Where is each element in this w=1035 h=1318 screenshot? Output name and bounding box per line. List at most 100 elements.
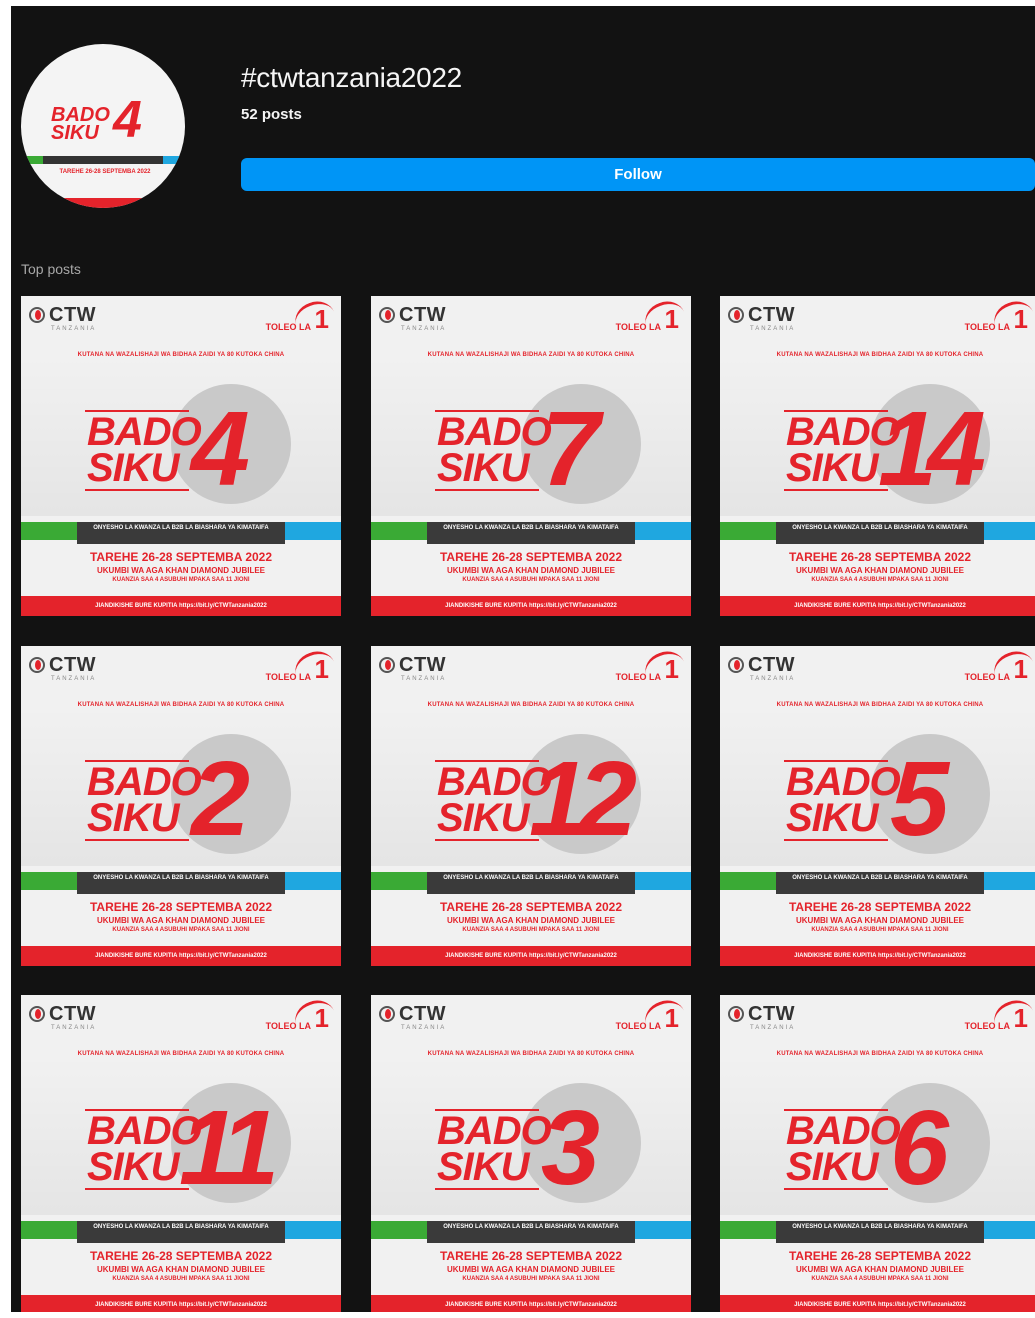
event-venue: UKUMBI WA AGA KHAN DIAMOND JUBILEE [97, 1265, 265, 1274]
event-venue: UKUMBI WA AGA KHAN DIAMOND JUBILEE [796, 1265, 964, 1274]
event-venue: UKUMBI WA AGA KHAN DIAMOND JUBILEE [447, 566, 615, 575]
bado-bottom-rule [784, 1188, 888, 1190]
event-date: TAREHE 26-28 SEPTEMBA 2022 [788, 1249, 972, 1263]
avatar-green-bar [21, 156, 43, 164]
countdown-number: 4 [191, 390, 250, 508]
toleo-number: 1 [664, 654, 679, 684]
bado-bottom-rule [435, 1188, 539, 1190]
event-date: TAREHE 26-28 SEPTEMBA 2022 [439, 900, 623, 914]
green-band [371, 522, 427, 540]
toleo-number: 1 [1013, 1003, 1028, 1033]
brand-name: CTW [49, 654, 97, 676]
toleo-label: TOLEO LA [265, 1021, 311, 1031]
event-time: KUANZIA SAA 4 ASUBUHI MPAKA SAA 11 JIONI [811, 577, 949, 583]
bado-bottom-rule [784, 489, 888, 491]
brand-subtitle: TANZANIA [401, 676, 447, 682]
bado-bottom-rule [784, 839, 888, 841]
register-footer: JIANDIKISHE BURE KUPITIA https://bit.ly/… [371, 1295, 691, 1312]
bado-siku-text: BADO SIKU [87, 760, 202, 840]
blue-band [984, 1221, 1035, 1239]
post-tile[interactable]: CTW TANZANIA TOLEO LA 1 KUTANA NA WAZALI… [371, 646, 691, 966]
avatar-number: 4 [113, 91, 142, 149]
event-banner: ONYESHO LA KWANZA LA B2B LA BIASHARA YA … [776, 872, 984, 894]
globe-icon [379, 307, 395, 323]
post-tile[interactable]: CTW TANZANIA TOLEO LA 1 KUTANA NA WAZALI… [21, 995, 341, 1312]
bado-bottom-rule [435, 839, 539, 841]
avatar-date-text: TAREHE 26-28 SEPTEMBA 2022 [59, 169, 151, 175]
post-tile[interactable]: CTW TANZANIA TOLEO LA 1 KUTANA NA WAZALI… [720, 995, 1035, 1312]
brand-name: CTW [399, 304, 447, 326]
toleo-swoosh [989, 296, 1035, 341]
globe-icon [29, 1006, 45, 1022]
event-venue: UKUMBI WA AGA KHAN DIAMOND JUBILEE [447, 916, 615, 925]
brand-name: CTW [399, 654, 447, 676]
event-venue: UKUMBI WA AGA KHAN DIAMOND JUBILEE [796, 916, 964, 925]
hashtag-page: BADO SIKU 4 TAREHE 26-28 SEPTEMBA 2022 #c… [11, 6, 1035, 1312]
ctw-logo: CTW [728, 1003, 796, 1025]
poster-subtitle: KUTANA NA WAZALISHAJI WA BIDHAA ZAIDI YA… [427, 1051, 635, 1057]
bado-bottom-rule [85, 489, 189, 491]
countdown-number: 7 [541, 390, 600, 508]
bado-bottom-rule [435, 489, 539, 491]
toleo-label: TOLEO LA [615, 672, 661, 682]
follow-button[interactable]: Follow [241, 158, 1035, 191]
blue-band [984, 522, 1035, 540]
poster-subtitle: KUTANA NA WAZALISHAJI WA BIDHAA ZAIDI YA… [427, 702, 635, 708]
event-time: KUANZIA SAA 4 ASUBUHI MPAKA SAA 11 JIONI [462, 577, 600, 583]
poster-subtitle: KUTANA NA WAZALISHAJI WA BIDHAA ZAIDI YA… [427, 352, 635, 358]
countdown-number: 2 [191, 740, 250, 858]
poster-subtitle: KUTANA NA WAZALISHAJI WA BIDHAA ZAIDI YA… [77, 702, 285, 708]
brand-name: CTW [49, 1003, 97, 1025]
bado-bottom-rule [85, 1188, 189, 1190]
event-time: KUANZIA SAA 4 ASUBUHI MPAKA SAA 11 JIONI [811, 927, 949, 933]
brand-subtitle: TANZANIA [750, 1025, 796, 1031]
register-footer: JIANDIKISHE BURE KUPITIA https://bit.ly/… [21, 946, 341, 966]
globe-icon [728, 1006, 744, 1022]
event-banner: ONYESHO LA KWANZA LA B2B LA BIASHARA YA … [427, 522, 635, 544]
green-band [21, 872, 77, 890]
event-date: TAREHE 26-28 SEPTEMBA 2022 [439, 1249, 623, 1263]
toleo-label: TOLEO LA [265, 322, 311, 332]
avatar-blue-bar [163, 156, 185, 164]
avatar-stripe [21, 156, 185, 164]
globe-icon [379, 657, 395, 673]
brand-name: CTW [748, 1003, 796, 1025]
brand-subtitle: TANZANIA [51, 326, 97, 332]
event-date: TAREHE 26-28 SEPTEMBA 2022 [89, 1249, 273, 1263]
post-tile[interactable]: CTW TANZANIA TOLEO LA 1 KUTANA NA WAZALI… [21, 646, 341, 966]
blue-band [984, 872, 1035, 890]
event-banner: ONYESHO LA KWANZA LA B2B LA BIASHARA YA … [77, 872, 285, 894]
post-tile[interactable]: CTW TANZANIA TOLEO LA 1 KUTANA NA WAZALI… [371, 296, 691, 616]
globe-icon [728, 307, 744, 323]
toleo-number: 1 [314, 654, 329, 684]
blue-band [635, 522, 691, 540]
register-footer: JIANDIKISHE BURE KUPITIA https://bit.ly/… [720, 946, 1035, 966]
event-venue: UKUMBI WA AGA KHAN DIAMOND JUBILEE [447, 1265, 615, 1274]
countdown-number: 11 [179, 1089, 279, 1207]
event-banner: ONYESHO LA KWANZA LA B2B LA BIASHARA YA … [427, 872, 635, 894]
post-tile[interactable]: CTW TANZANIA TOLEO LA 1 KUTANA NA WAZALI… [720, 296, 1035, 616]
post-count: 52 posts [241, 106, 302, 123]
brand-name: CTW [399, 1003, 447, 1025]
event-banner: ONYESHO LA KWANZA LA B2B LA BIASHARA YA … [776, 522, 984, 544]
post-tile[interactable]: CTW TANZANIA TOLEO LA 1 KUTANA NA WAZALI… [720, 646, 1035, 966]
toleo-label: TOLEO LA [964, 672, 1010, 682]
bado-siku-text: BADO SIKU [437, 410, 552, 490]
post-tile[interactable]: CTW TANZANIA TOLEO LA 1 KUTANA NA WAZALI… [371, 995, 691, 1312]
bado-siku-text: BADO SIKU [786, 760, 901, 840]
event-banner: ONYESHO LA KWANZA LA B2B LA BIASHARA YA … [427, 1221, 635, 1243]
ctw-logo: CTW [379, 654, 447, 676]
green-band [371, 1221, 427, 1239]
countdown-number: 5 [890, 740, 949, 858]
globe-icon [379, 1006, 395, 1022]
ctw-logo: CTW [29, 1003, 97, 1025]
register-footer: JIANDIKISHE BURE KUPITIA https://bit.ly/… [720, 596, 1035, 616]
toleo-label: TOLEO LA [615, 1021, 661, 1031]
green-band [720, 1221, 776, 1239]
green-band [720, 872, 776, 890]
bado-siku-text: BADO SIKU [87, 410, 202, 490]
brand-name: CTW [49, 304, 97, 326]
poster-subtitle: KUTANA NA WAZALISHAJI WA BIDHAA ZAIDI YA… [776, 352, 984, 358]
post-tile[interactable]: CTW TANZANIA TOLEO LA 1 KUTANA NA WAZALI… [21, 296, 341, 616]
bado-siku-text: BADO SIKU [786, 1109, 901, 1189]
